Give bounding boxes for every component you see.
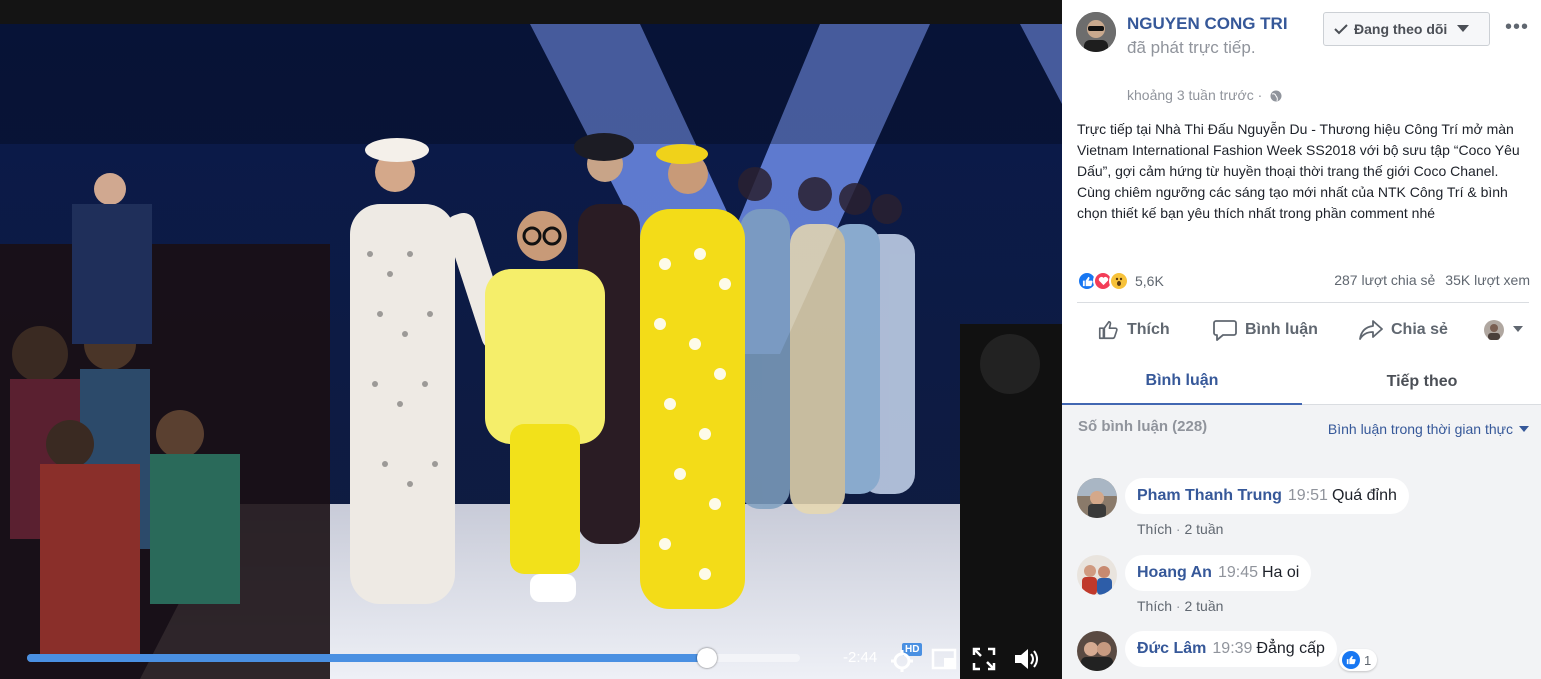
commenter-avatar[interactable]	[1077, 478, 1117, 518]
comment-meta: Thích · 2 tuần	[1137, 521, 1224, 537]
share-icon	[1359, 320, 1383, 340]
globe-icon	[1270, 90, 1282, 102]
comment-label: Bình luận	[1245, 321, 1318, 338]
video-controls: -2:44 HD	[0, 619, 1062, 679]
comment-text: Ha oi	[1262, 564, 1300, 581]
post-action-text: đã phát trực tiếp.	[1127, 38, 1256, 57]
chevron-down-icon	[1457, 25, 1470, 32]
reactions-count: 5,6K	[1135, 273, 1164, 289]
more-options-icon[interactable]: •••	[1505, 16, 1529, 39]
like-reaction-icon	[1342, 651, 1360, 669]
post-time-text: khoảng 3 tuần trước	[1127, 87, 1254, 103]
tab-up-next[interactable]: Tiếp theo	[1302, 358, 1541, 405]
post-text: Trực tiếp tại Nhà Thi Đấu Nguyễn Du - Th…	[1077, 121, 1520, 221]
share-button[interactable]: Chia sẻ	[1359, 312, 1448, 348]
share-label: Chia sẻ	[1391, 321, 1448, 338]
panel-tabs: Bình luận Tiếp theo	[1062, 358, 1541, 405]
author-name[interactable]: NGUYEN CONG TRI	[1127, 14, 1288, 33]
chevron-down-icon	[1513, 326, 1523, 332]
like-button[interactable]: Thích	[1097, 312, 1170, 348]
comment-sort-label: Bình luận trong thời gian thực	[1327, 421, 1513, 437]
divider	[1077, 302, 1529, 303]
commenter-name[interactable]: Pham Thanh Trung	[1137, 487, 1282, 505]
commenter-avatar[interactable]	[1077, 555, 1117, 595]
caret-down-icon	[1519, 426, 1529, 432]
profile-avatar-icon	[1484, 320, 1504, 340]
comment-count: Số bình luận (228)	[1078, 418, 1208, 435]
video-top-bar	[0, 0, 1062, 24]
progress-bar[interactable]	[27, 648, 800, 668]
comment-reaction-count: 1	[1364, 652, 1372, 668]
comments-section: Số bình luận (228) Bình luận trong thời …	[1062, 405, 1541, 679]
video-frame	[0, 24, 1062, 679]
volume-icon[interactable]	[1012, 645, 1040, 673]
author-avatar[interactable]	[1076, 12, 1116, 52]
progress-fill	[27, 654, 708, 662]
post-panel: NGUYEN CONG TRI đã phát trực tiếp. khoản…	[1062, 0, 1541, 679]
comment-bubble: Hoang An 19:45 Ha oi	[1125, 555, 1312, 591]
following-button[interactable]: Đang theo dõi	[1323, 12, 1490, 46]
comment-reactions[interactable]: 1	[1339, 649, 1378, 671]
post-as-selector[interactable]	[1483, 312, 1523, 348]
fullscreen-icon[interactable]	[970, 645, 998, 673]
comment-like-link[interactable]: Thích	[1137, 521, 1172, 537]
comment-time[interactable]: 19:51	[1288, 487, 1328, 505]
engagement-stats: 287 lượt chia sẻ 35K lượt xem	[1334, 272, 1530, 288]
shares-count[interactable]: 287 lượt chia sẻ	[1334, 272, 1435, 288]
commenter-name[interactable]: Đức Lâm	[1137, 640, 1206, 658]
views-count: 35K lượt xem	[1445, 272, 1530, 288]
comment-bubble: Pham Thanh Trung 19:51 Quá đỉnh	[1125, 478, 1409, 514]
check-icon	[1334, 24, 1348, 35]
progress-knob[interactable]	[697, 648, 718, 668]
comment-icon	[1213, 320, 1237, 341]
thumbs-up-icon	[1098, 320, 1118, 340]
comment-sort-dropdown[interactable]: Bình luận trong thời gian thực	[1328, 421, 1529, 437]
commenter-avatar[interactable]	[1077, 631, 1117, 671]
time-remaining: -2:44	[843, 649, 878, 666]
post-actions: Thích Bình luận Chia sẻ	[1062, 312, 1541, 348]
following-label: Đang theo dõi	[1354, 21, 1448, 37]
video-player[interactable]: -2:44 HD	[0, 0, 1062, 679]
tab-comments[interactable]: Bình luận	[1062, 358, 1302, 405]
comment-meta: Thích · 2 tuần	[1137, 598, 1224, 614]
comment-age[interactable]: 2 tuần	[1184, 521, 1223, 537]
comment-text: Đẳng cấp	[1256, 640, 1325, 657]
comment-time[interactable]: 19:39	[1212, 640, 1252, 658]
comment-time[interactable]: 19:45	[1218, 564, 1258, 582]
miniplayer-icon[interactable]	[930, 645, 958, 673]
settings-gear-icon[interactable]	[888, 645, 916, 673]
comment-bubble: Đức Lâm 19:39 Đẳng cấp	[1125, 631, 1337, 667]
reactions-summary[interactable]: 5,6K	[1077, 271, 1164, 291]
commenter-name[interactable]: Hoang An	[1137, 564, 1212, 582]
wow-reaction-icon	[1109, 271, 1129, 291]
comment-like-link[interactable]: Thích	[1137, 598, 1172, 614]
post-header: NGUYEN CONG TRI đã phát trực tiếp.	[1127, 12, 1307, 60]
comment-age[interactable]: 2 tuần	[1184, 598, 1223, 614]
comment-text: Quá đỉnh	[1331, 487, 1397, 504]
comment-button[interactable]: Bình luận	[1213, 312, 1318, 348]
post-timestamp[interactable]: khoảng 3 tuần trước ·	[1127, 87, 1282, 103]
like-label: Thích	[1127, 321, 1170, 338]
